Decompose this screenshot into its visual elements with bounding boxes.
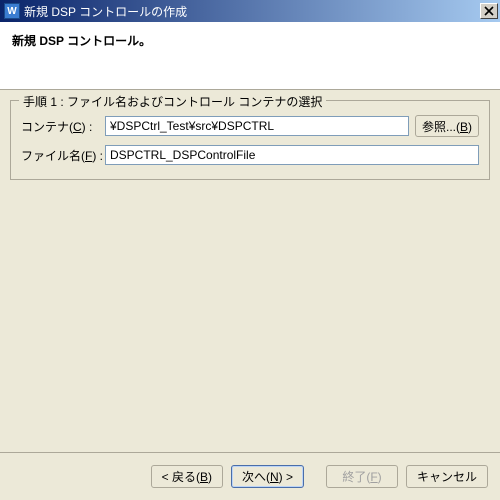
titlebar: W 新規 DSP コントロールの作成 xyxy=(0,0,500,22)
close-icon xyxy=(484,6,494,16)
window-title: 新規 DSP コントロールの作成 xyxy=(24,3,187,20)
back-button[interactable]: < 戻る(B) xyxy=(151,465,223,488)
wizard-header: 新規 DSP コントロール。 xyxy=(0,22,500,90)
wizard-content: 手順 1 : ファイル名およびコントロール コンテナの選択 コンテナ(C) : … xyxy=(0,90,500,452)
container-label: コンテナ(C) : xyxy=(21,118,99,135)
filename-input[interactable] xyxy=(105,145,479,165)
container-row: コンテナ(C) : 参照...(B) xyxy=(21,115,479,137)
button-bar: < 戻る(B) 次へ(N) > 終了(F) キャンセル xyxy=(0,452,500,500)
step1-legend: 手順 1 : ファイル名およびコントロール コンテナの選択 xyxy=(19,93,326,110)
finish-button: 終了(F) xyxy=(326,465,398,488)
close-button[interactable] xyxy=(480,3,498,19)
container-input[interactable] xyxy=(105,116,409,136)
cancel-button[interactable]: キャンセル xyxy=(406,465,488,488)
next-button[interactable]: 次へ(N) > xyxy=(231,465,304,488)
browse-button[interactable]: 参照...(B) xyxy=(415,115,479,137)
step1-group: 手順 1 : ファイル名およびコントロール コンテナの選択 コンテナ(C) : … xyxy=(10,100,490,180)
filename-row: ファイル名(F) : xyxy=(21,145,479,165)
filename-label: ファイル名(F) : xyxy=(21,147,99,164)
page-title: 新規 DSP コントロール。 xyxy=(12,32,488,49)
app-icon: W xyxy=(4,3,20,19)
